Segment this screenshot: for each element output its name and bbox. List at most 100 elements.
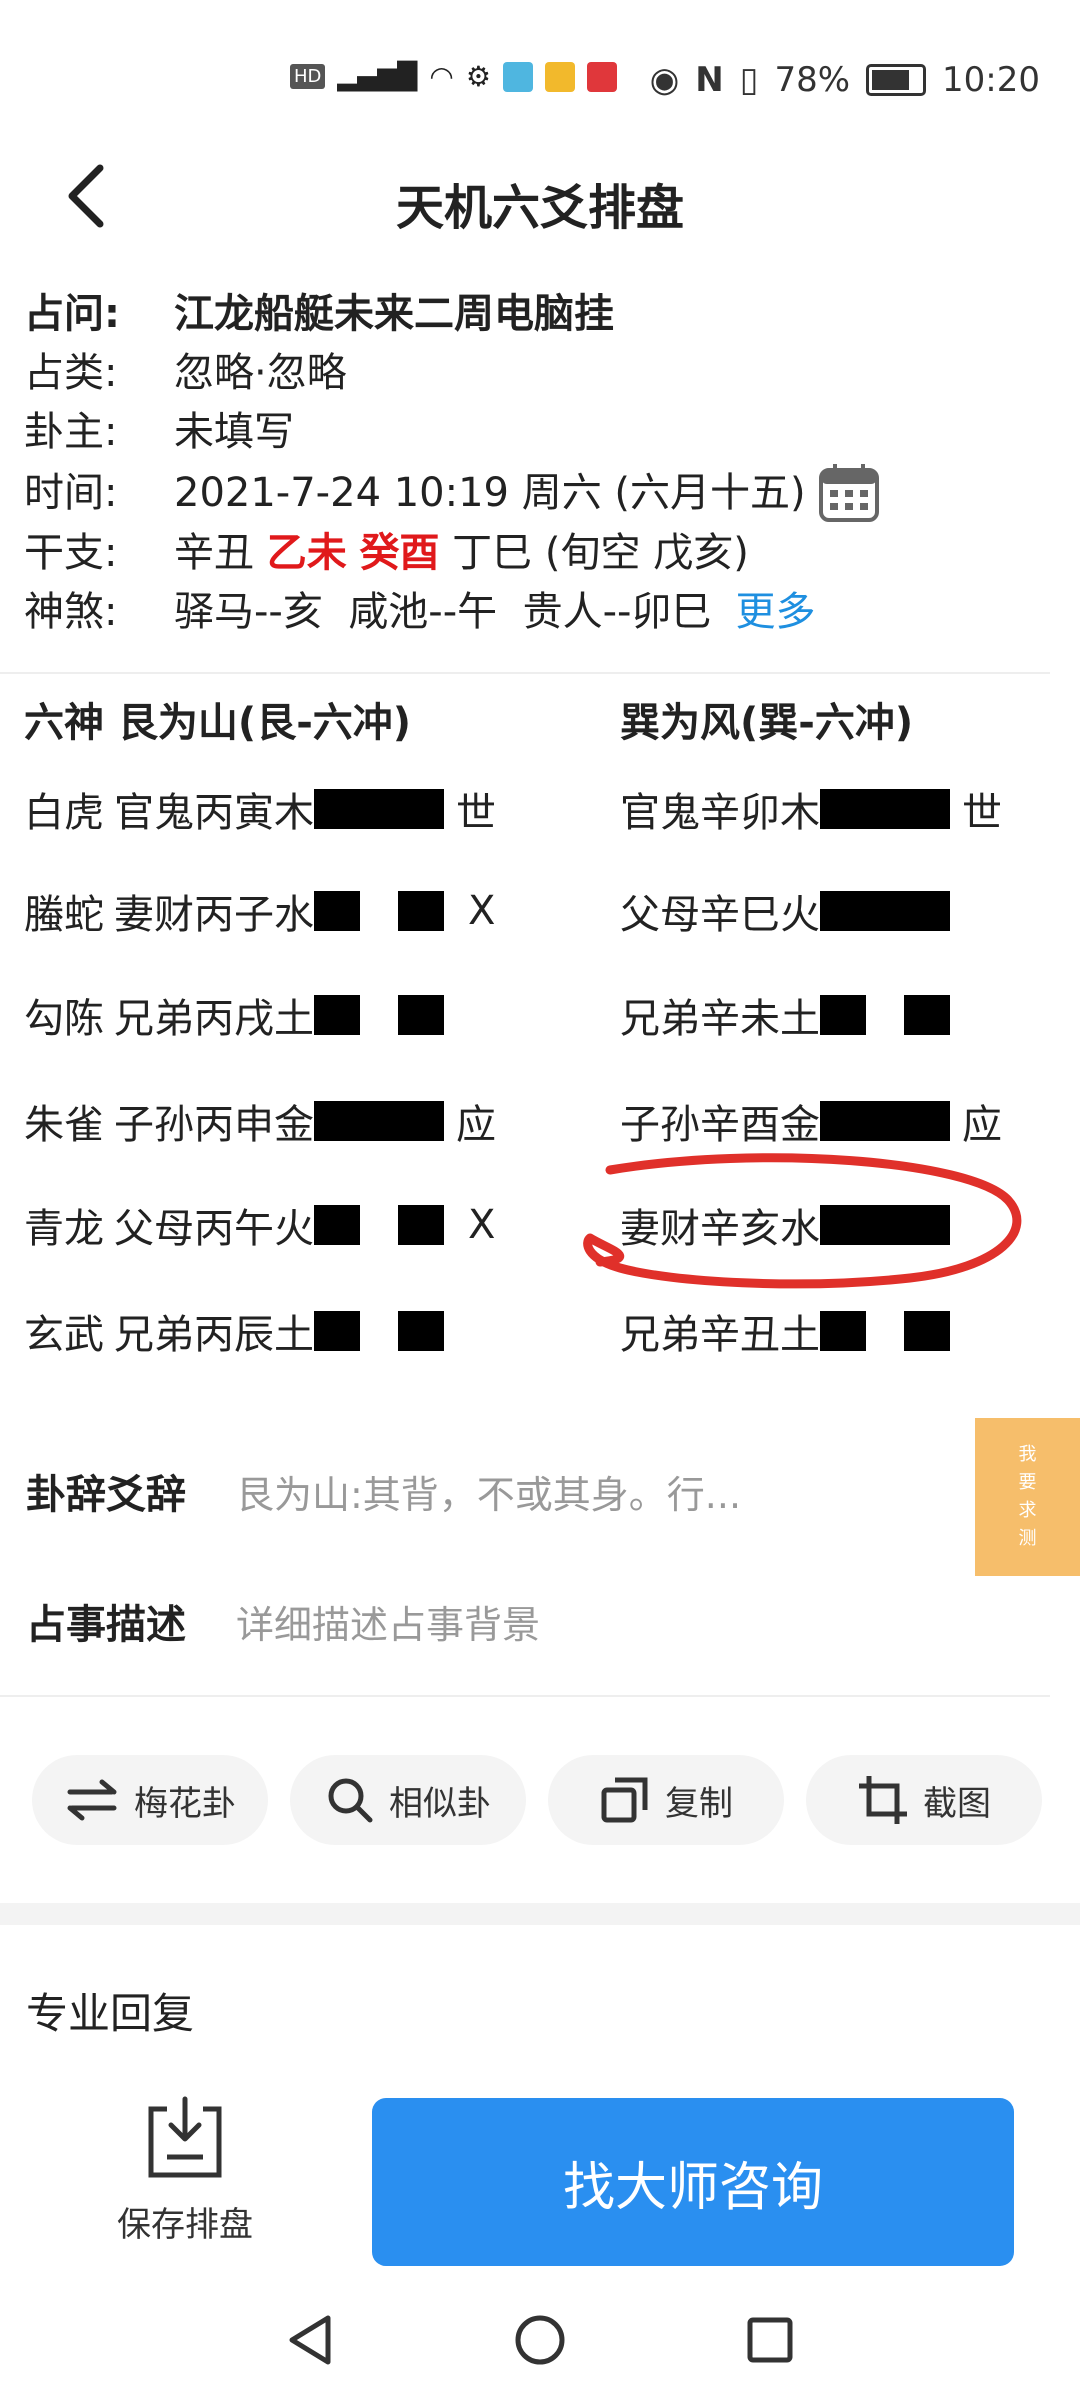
ganzhi-row: 干支: 辛丑 乙未 癸酉 丁巳 (旬空 戊亥) [24, 524, 880, 583]
main-hexagram-line-row: 青龙 父母丙午火 X [24, 1196, 495, 1254]
time-row: 时间: 2021-7-24 10:19 周六 (六月十五) [24, 462, 880, 524]
shensha-3: 贵人--卯巳 [522, 589, 712, 635]
main-hexagram-line-row: 白虎 官鬼丙寅木 世 [24, 780, 496, 838]
main-hexagram-line-label: 父母丙午火 [114, 1206, 314, 1252]
clock: 10:20 [942, 60, 1040, 100]
line-mark: X [468, 888, 496, 934]
main-hexagram-line-label: 子孙丙申金 [114, 1102, 314, 1148]
ask-test-side-tag[interactable]: 我 要 求 测 [975, 1418, 1080, 1576]
main-hexagram-line-row: 勾陈 兄弟丙戌土 [24, 986, 456, 1044]
status-icons-right: ◉ N ▯ 78% 10:20 [650, 60, 1040, 100]
main-hexagram-line-label: 兄弟丙戌土 [114, 996, 314, 1042]
changed-hexagram-line-row: 父母辛巳火 [620, 882, 962, 940]
similar-button[interactable]: 相似卦 [290, 1755, 526, 1845]
time-value: 2021-7-24 10:19 周六 (六月十五) [174, 469, 806, 516]
line-mark: 应 [456, 1102, 496, 1148]
consult-master-label: 找大师咨询 [562, 2157, 823, 2218]
yang-line-bar [820, 891, 950, 931]
main-hexagram-line-label: 妻财丙子水 [114, 892, 314, 938]
changed-hexagram-line-label: 兄弟辛未土 [620, 996, 820, 1042]
changed-hexagram-line-label: 子孙辛酉金 [620, 1102, 820, 1148]
battery-icon [866, 64, 927, 96]
app-icon-3 [586, 61, 617, 92]
ganzhi-hour: 丁巳 [452, 530, 533, 576]
question-row: 占问: 江龙船艇未来二周电脑挂 [24, 285, 880, 344]
yin-line-bar [314, 995, 360, 1035]
save-chart-button[interactable]: 保存排盘 [95, 2095, 275, 2246]
side-tag-char: 要 [1018, 1472, 1037, 1493]
copy-button[interactable]: 复制 [548, 1755, 784, 1845]
changed-hexagram-line-row: 兄弟辛未土 [620, 986, 962, 1044]
more-link[interactable]: 更多 [736, 583, 816, 642]
yin-line-bar [314, 1311, 360, 1351]
calendar-icon[interactable] [818, 462, 880, 524]
yin-line-bar [904, 1311, 950, 1351]
time-label: 时间: [24, 469, 118, 516]
meihua-button[interactable]: 梅花卦 [32, 1755, 268, 1845]
hd-icon: HD [290, 64, 326, 89]
signal-icon: ▂▄▆█ [337, 61, 418, 92]
yin-line-bar [398, 995, 444, 1035]
six-spirit-label: 白虎 [24, 790, 104, 836]
main-hexagram-line-row: 螣蛇 妻财丙子水 X [24, 882, 495, 940]
owner-value: 未填写 [174, 409, 294, 455]
side-tag-char: 测 [1018, 1528, 1037, 1549]
category-label: 占类: [24, 350, 118, 396]
screenshot-button[interactable]: 截图 [806, 1755, 1042, 1845]
app-icon-1 [502, 61, 533, 92]
nav-home-icon[interactable] [510, 2310, 570, 2370]
changed-hexagram-header: 巽为风(巽-六冲) [620, 700, 914, 746]
main-hexagram-line-label: 官鬼丙寅木 [114, 790, 314, 836]
wifi-icon: ◠ [429, 60, 454, 93]
six-spirit-label: 青龙 [24, 1206, 104, 1252]
yin-line-bar [820, 995, 866, 1035]
consult-master-button[interactable]: 找大师咨询 [372, 2098, 1014, 2266]
changed-hexagram-line-row: 子孙辛酉金 应 [620, 1092, 1002, 1150]
copy-icon [601, 1777, 648, 1823]
line-mark: 世 [962, 790, 1002, 836]
battery-percent: 78% [774, 60, 851, 100]
page-title: 天机六爻排盘 [395, 180, 684, 236]
describe-row[interactable]: 占事描述 详细描述占事背景 [26, 1592, 540, 1650]
changed-hexagram-line-label: 官鬼辛卯木 [620, 790, 820, 836]
system-nav-bar [0, 2290, 1080, 2400]
owner-label: 卦主: [24, 409, 118, 455]
side-tag-char: 求 [1018, 1500, 1037, 1521]
shensha-1: 驿马--亥 [174, 589, 323, 635]
divination-info: 占问: 江龙船艇未来二周电脑挂 占类: 忽略·忽略 卦主: 未填写 时间: 20… [24, 285, 880, 642]
eye-icon: ◉ [649, 60, 680, 100]
nav-back-icon[interactable] [280, 2310, 340, 2370]
save-download-icon [148, 2096, 222, 2178]
ganzhi-label: 干支: [24, 530, 118, 576]
red-circle-annotation [583, 1153, 1022, 1289]
ganzhi-xunkong: (旬空 戊亥) [544, 530, 749, 576]
six-spirit-label: 玄武 [24, 1312, 104, 1358]
yin-line-bar [398, 891, 444, 931]
nfc-icon: N [695, 60, 724, 100]
six-spirit-label: 朱雀 [24, 1102, 104, 1148]
similar-label: 相似卦 [389, 1783, 491, 1824]
vibrate-icon: ▯ [739, 60, 759, 100]
yang-line-bar [314, 789, 444, 829]
describe-input[interactable]: 详细描述占事背景 [236, 1594, 540, 1649]
line-mark: 应 [962, 1102, 1002, 1148]
professional-reply-title: 专业回复 [26, 1989, 195, 2038]
main-hexagram-line-row: 玄武 兄弟丙辰土 [24, 1302, 456, 1360]
yang-line-bar [820, 1101, 950, 1141]
app-icon-2 [544, 61, 575, 92]
search-icon [328, 1778, 373, 1823]
main-hexagram-line-row: 朱雀 子孙丙申金 应 [24, 1092, 496, 1150]
nav-recents-icon[interactable] [740, 2310, 800, 2370]
guaci-row[interactable]: 卦辞爻辞 艮为山:其背，不或其身。行... [26, 1462, 741, 1520]
main-hexagram-header: 六神 艮为山(艮-六冲) [24, 700, 412, 746]
six-spirit-label: 勾陈 [24, 996, 104, 1042]
main-hexagram-line-label: 兄弟丙辰土 [114, 1312, 314, 1358]
meihua-label: 梅花卦 [134, 1783, 236, 1824]
divider [0, 1695, 1050, 1697]
changed-hexagram-line-row: 官鬼辛卯木 世 [620, 780, 1002, 838]
ganzhi-month: 乙未 [266, 530, 347, 576]
copy-label: 复制 [665, 1783, 733, 1824]
six-spirit-label: 螣蛇 [24, 892, 104, 938]
yang-line-bar [314, 1101, 444, 1141]
side-tag-char: 我 [1018, 1444, 1037, 1465]
